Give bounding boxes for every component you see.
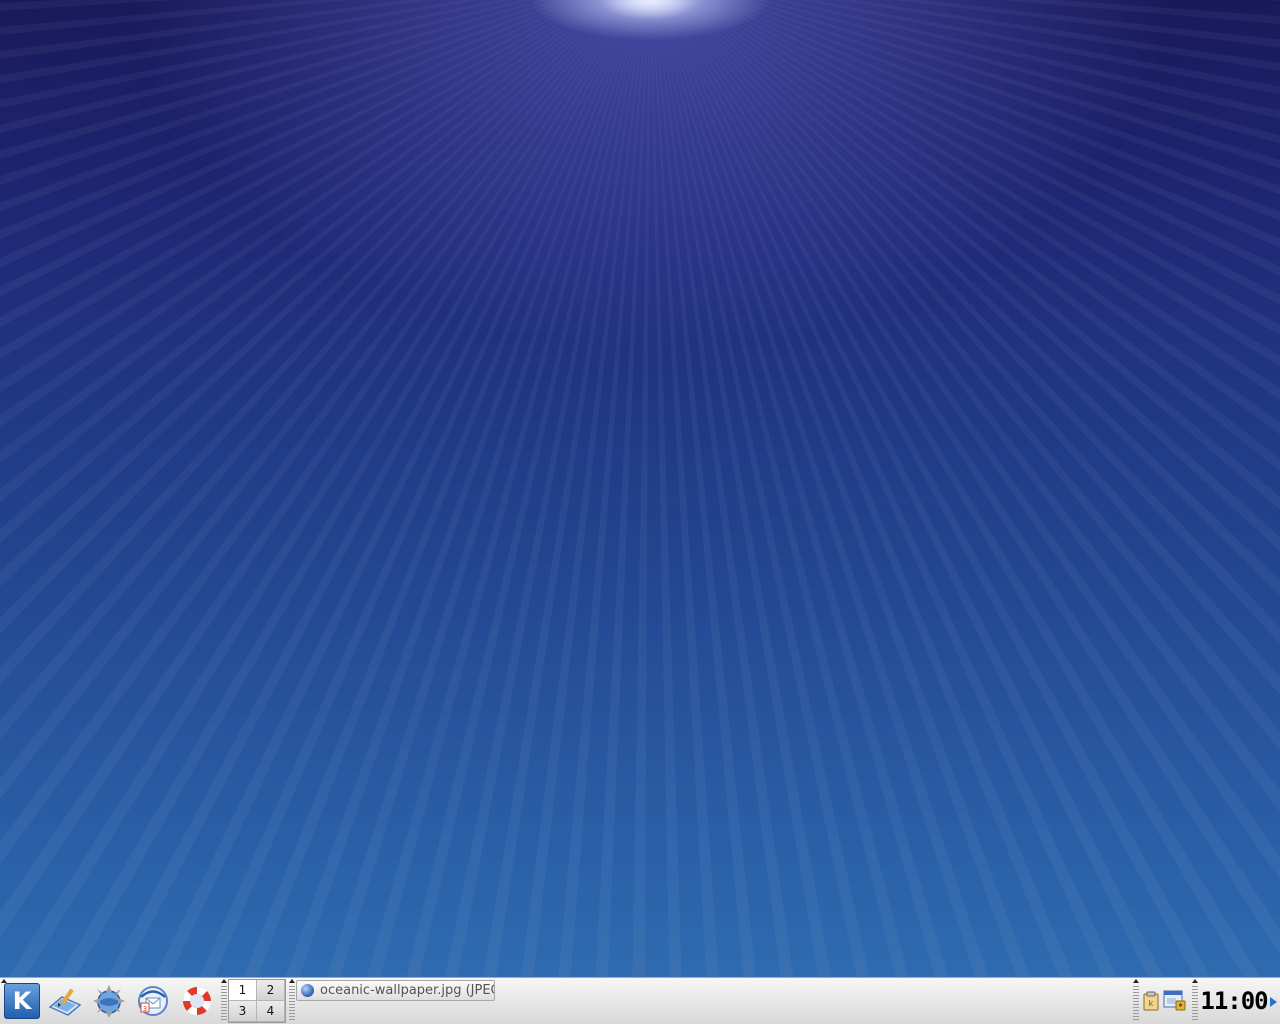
taskbar-task-button[interactable]: oceanic-wallpaper.jpg (JPEG [296, 980, 495, 1001]
clock[interactable]: 11:00 [1200, 982, 1268, 1020]
task-label: oceanic-wallpaper.jpg (JPEG [320, 983, 494, 998]
tray-drag-handle[interactable] [1133, 986, 1139, 1022]
applet-menu-arrow-icon[interactable] [221, 979, 227, 983]
help-lifebuoy-icon [182, 986, 212, 1016]
konqueror-icon [93, 985, 125, 1018]
taskbar-menu-arrow-icon[interactable] [289, 979, 295, 983]
tray-menu-arrow-icon[interactable] [1133, 979, 1139, 983]
pager-desktop-3[interactable]: 3 [229, 1001, 257, 1022]
desktop-wallpaper [0, 0, 1280, 977]
clock-drag-handle[interactable] [1192, 986, 1198, 1022]
clock-menu-arrow-icon[interactable] [1192, 979, 1198, 983]
pager-desktop-1[interactable]: 1 [229, 980, 257, 1001]
pager-desktop-4[interactable]: 4 [257, 1001, 285, 1022]
pager-drag-handle[interactable] [221, 986, 227, 1022]
clipboard-icon[interactable]: k [1143, 991, 1159, 1011]
konqueror-button[interactable] [90, 982, 128, 1020]
konqueror-globe-icon [301, 984, 314, 997]
wallet-icon[interactable] [1163, 990, 1187, 1012]
show-desktop-button[interactable] [46, 982, 84, 1020]
kontact-icon: 3 [138, 986, 168, 1016]
kicker-panel: K 3 1 2 3 4 oceanic-wallpaper.jpg (JPEG … [0, 977, 1280, 1024]
help-button[interactable] [178, 982, 216, 1020]
pager-desktop-2[interactable]: 2 [257, 980, 285, 1001]
desktop-pager: 1 2 3 4 [228, 979, 286, 1023]
svg-text:k: k [1149, 999, 1154, 1008]
k-label: K [12, 987, 32, 1015]
taskbar-drag-handle[interactable] [289, 986, 295, 1022]
svg-text:3: 3 [143, 1005, 147, 1013]
kontact-button[interactable]: 3 [134, 982, 172, 1020]
show-desktop-icon [48, 988, 82, 1016]
wallpaper-glow [600, 0, 700, 20]
kmenu-button[interactable]: K [4, 983, 40, 1019]
panel-hide-right-arrow-icon[interactable] [1270, 997, 1277, 1007]
